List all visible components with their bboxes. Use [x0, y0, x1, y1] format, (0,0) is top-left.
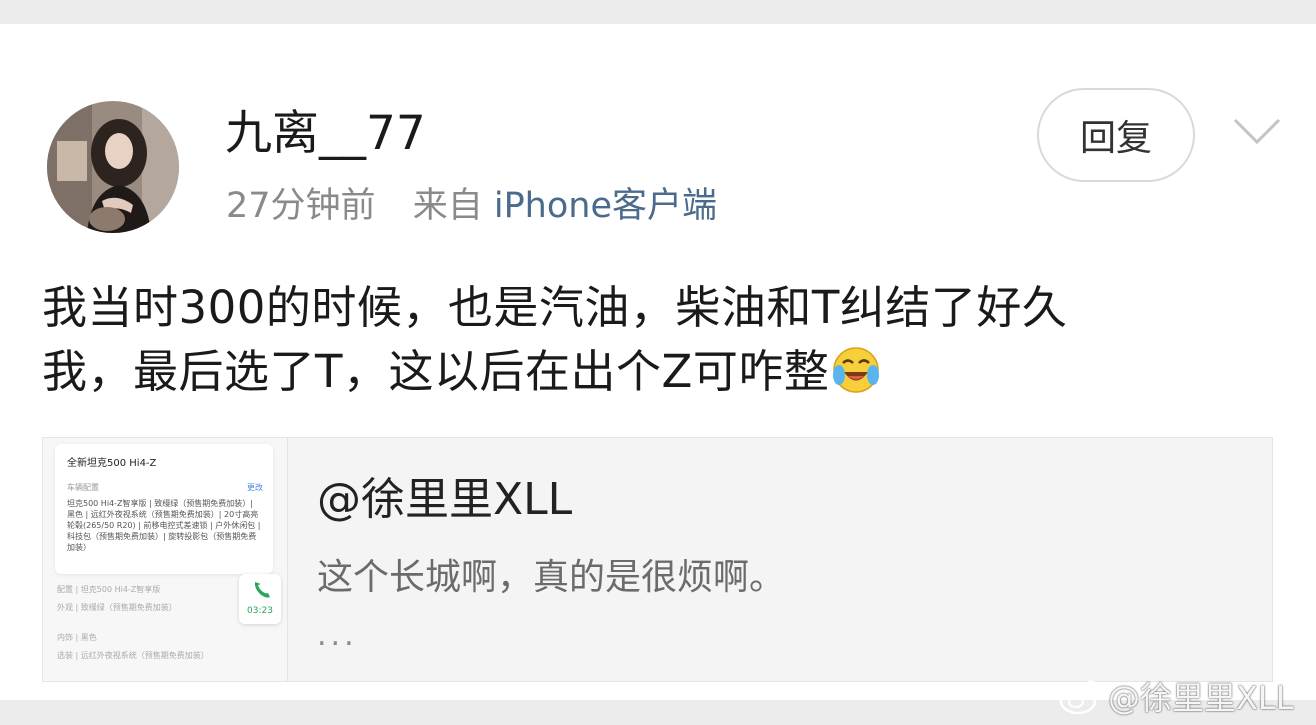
post-card: 九离__77 27分钟前 来自 iPhone客户端 回复 我当时300的时候，也… [0, 24, 1316, 700]
thumbnail-config-text: 坦克500 Hi4-Z智享版 | 致缦绿（预售期免费加装）| 黑色 | 远红外夜… [67, 499, 261, 552]
source-prefix: 来自 [412, 186, 483, 226]
avatar[interactable] [47, 101, 179, 233]
thumbnail-config-label: 车辆配置 [67, 483, 99, 492]
quote-text: 这个长城啊，真的是很烦啊。 [317, 557, 786, 598]
quoted-post[interactable]: 全新坦克500 Hi4-Z 车辆配置 更改 坦克500 Hi4-Z智享版 | 致… [42, 437, 1273, 682]
phone-icon [254, 582, 270, 598]
quote-ellipsis: ... [317, 618, 358, 653]
username[interactable]: 九离__77 [225, 104, 426, 164]
laughing-crying-emoji-icon [831, 345, 881, 412]
quote-username[interactable]: @徐里里XLL [317, 472, 572, 528]
quote-thumbnail[interactable]: 全新坦克500 Hi4-Z 车辆配置 更改 坦克500 Hi4-Z智享版 | 致… [43, 438, 287, 681]
thumbnail-row: 选装 | 远红外夜视系统（预售期免费加装） [57, 651, 209, 660]
post-text-line1: 我当时300的时候，也是汽油，柴油和T纠结了好久 [42, 281, 1068, 334]
call-widget: 03:23 [239, 574, 281, 624]
watermark-text: @徐里里XLL [1108, 679, 1294, 717]
reply-button[interactable]: 回复 [1037, 88, 1195, 182]
post-text-line2: 我，最后选了T，这以后在出个Z可咋整 [42, 345, 830, 398]
thumbnail-more-label: 更改 [247, 483, 263, 492]
watermark: @徐里里XLL [1058, 672, 1294, 720]
post-body: 我当时300的时候，也是汽油，柴油和T纠结了好久 我，最后选了T，这以后在出个Z… [42, 276, 1282, 412]
quote-divider [287, 438, 288, 681]
post-text-line2-wrap: 我，最后选了T，这以后在出个Z可咋整 [42, 340, 1282, 412]
thumbnail-row: 内饰 | 黑色 [57, 633, 97, 642]
thumbnail-row: 配置 | 坦克500 Hi4-Z智享版 [57, 585, 161, 594]
avatar-photo [47, 101, 179, 233]
weibo-icon [1059, 680, 1101, 715]
post-time: 27分钟前 [226, 186, 376, 226]
thumbnail-title: 全新坦克500 Hi4-Z [67, 458, 157, 469]
post-meta: 27分钟前 来自 iPhone客户端 [226, 182, 717, 230]
call-time: 03:23 [247, 606, 273, 616]
source-client[interactable]: iPhone客户端 [494, 186, 717, 226]
chevron-down-icon[interactable] [1232, 116, 1282, 146]
thumbnail-config-card: 全新坦克500 Hi4-Z 车辆配置 更改 坦克500 Hi4-Z智享版 | 致… [55, 444, 273, 574]
thumbnail-row: 外观 | 致缦绿（预售期免费加装） [57, 603, 177, 612]
